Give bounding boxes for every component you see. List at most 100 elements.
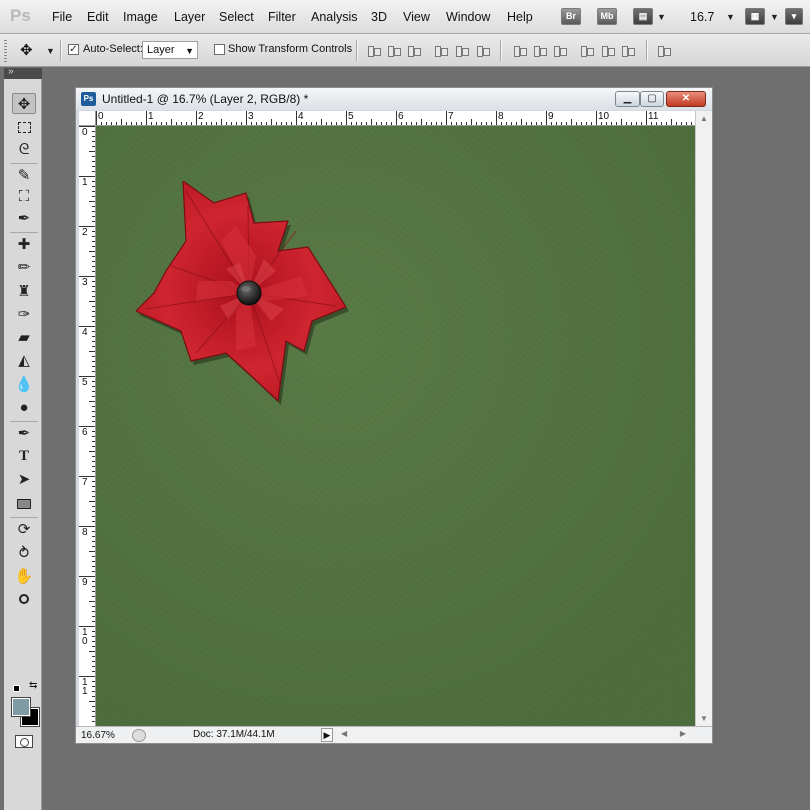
mini-bridge-button[interactable]: Mb bbox=[597, 8, 617, 25]
status-menu-arrow[interactable]: ▶ bbox=[321, 728, 333, 742]
type-tool[interactable]: T bbox=[12, 446, 36, 467]
pen-tool[interactable]: ✒ bbox=[12, 423, 36, 444]
ruler-tick bbox=[92, 436, 95, 437]
ruler-tick bbox=[206, 122, 207, 125]
ruler-tick bbox=[151, 122, 152, 125]
chevron-down-icon[interactable]: ▼ bbox=[657, 12, 666, 22]
distribute-right-icon[interactable] bbox=[620, 44, 636, 58]
eyedropper-tool[interactable]: ✒ bbox=[12, 208, 36, 229]
menu-edit[interactable]: Edit bbox=[87, 10, 109, 24]
crop-tool[interactable]: ⛶ bbox=[12, 186, 36, 207]
quick-selection-tool[interactable]: ✎ bbox=[12, 165, 36, 186]
menu-view[interactable]: View bbox=[403, 10, 430, 24]
ruler-origin[interactable] bbox=[79, 111, 96, 126]
horizontal-scrollbar[interactable]: ◀ ▶ bbox=[336, 728, 691, 743]
zoom-tool[interactable] bbox=[12, 588, 36, 609]
path-selection-tool[interactable]: ➤ bbox=[12, 469, 36, 490]
distribute-top-icon[interactable] bbox=[512, 44, 528, 58]
tools-panel-header[interactable]: » bbox=[4, 66, 42, 79]
minimize-button[interactable]: ▁ bbox=[615, 91, 640, 107]
screen-mode-button[interactable]: ▤ bbox=[633, 8, 653, 25]
document-canvas[interactable] bbox=[96, 126, 695, 726]
menu-window[interactable]: Window bbox=[446, 10, 490, 24]
ruler-tick bbox=[92, 196, 95, 197]
menu-select[interactable]: Select bbox=[219, 10, 254, 24]
scroll-left-icon[interactable]: ◀ bbox=[341, 729, 347, 738]
paint-bucket-tool[interactable]: ◭ bbox=[12, 350, 36, 371]
distribute-left-icon[interactable] bbox=[579, 44, 595, 58]
ruler-tick bbox=[79, 526, 95, 527]
ruler-tick bbox=[246, 111, 247, 125]
auto-select-checkbox[interactable]: ✓ bbox=[68, 44, 79, 55]
zoom-level-field[interactable]: 16.7 bbox=[690, 10, 714, 24]
align-bottom-icon[interactable] bbox=[406, 44, 422, 58]
align-vertical-center-icon[interactable] bbox=[386, 44, 402, 58]
hand-tool[interactable]: ✋ bbox=[12, 566, 36, 587]
scroll-down-icon[interactable]: ▼ bbox=[700, 714, 708, 723]
scroll-right-icon[interactable]: ▶ bbox=[680, 729, 686, 738]
3d-rotate-tool[interactable]: ⟳ bbox=[12, 519, 36, 540]
brush-tool[interactable]: ✏ bbox=[12, 257, 36, 278]
collapse-icon[interactable]: » bbox=[8, 66, 14, 77]
arrange-documents-button[interactable]: ▦ bbox=[745, 8, 765, 25]
distribute-bottom-icon[interactable] bbox=[552, 44, 568, 58]
chevron-down-icon[interactable]: ▼ bbox=[726, 12, 735, 22]
align-horizontal-center-icon[interactable] bbox=[454, 44, 470, 58]
rectangle-tool[interactable] bbox=[12, 493, 36, 514]
ruler-tick bbox=[521, 119, 522, 125]
tool-preset-chevron-icon[interactable]: ▼ bbox=[46, 46, 55, 56]
ruler-tick bbox=[591, 122, 592, 125]
distribute-horizontal-center-icon[interactable] bbox=[600, 44, 616, 58]
blur-tool[interactable]: 💧 bbox=[12, 374, 36, 395]
options-grip[interactable] bbox=[4, 40, 7, 62]
menu-help[interactable]: Help bbox=[507, 10, 533, 24]
swap-colors-icon[interactable]: ⇆ bbox=[29, 680, 37, 691]
show-transform-checkbox[interactable] bbox=[214, 44, 225, 55]
move-tool-icon[interactable]: ✥ bbox=[20, 41, 33, 59]
ruler-label: 4 bbox=[298, 111, 304, 122]
ruler-tick bbox=[581, 122, 582, 125]
scroll-up-icon[interactable]: ▲ bbox=[700, 114, 708, 123]
document-title-bar[interactable]: Ps Untitled-1 @ 16.7% (Layer 2, RGB/8) *… bbox=[76, 88, 712, 110]
distribute-vertical-center-icon[interactable] bbox=[532, 44, 548, 58]
zoom-percentage-field[interactable]: 16.67% bbox=[81, 729, 131, 743]
menu-filter[interactable]: Filter bbox=[268, 10, 296, 24]
divider bbox=[500, 40, 501, 61]
default-colors-icon[interactable] bbox=[13, 685, 20, 692]
align-left-icon[interactable] bbox=[433, 44, 449, 58]
auto-select-target-dropdown[interactable]: Layer ▼ bbox=[142, 41, 198, 59]
move-tool[interactable]: ✥ bbox=[12, 93, 36, 114]
extras-button[interactable]: ▾ bbox=[785, 8, 803, 25]
dodge-tool[interactable]: ● bbox=[12, 397, 36, 418]
3d-orbit-tool[interactable]: ⥁ bbox=[12, 543, 36, 564]
lasso-tool[interactable]: ᘓ bbox=[12, 139, 36, 160]
status-info-icon[interactable] bbox=[132, 729, 146, 742]
quick-mask-icon[interactable] bbox=[15, 735, 33, 748]
horizontal-ruler[interactable]: 0 1 2 3 4 5 6 7 8 9 10 11 bbox=[96, 111, 695, 126]
vertical-scrollbar[interactable]: ▲ ▼ bbox=[695, 111, 712, 726]
ruler-label: 5 bbox=[82, 377, 88, 388]
marquee-tool[interactable] bbox=[12, 116, 36, 137]
spot-healing-tool[interactable]: ✚ bbox=[12, 234, 36, 255]
clone-stamp-tool[interactable]: ♜ bbox=[12, 281, 36, 302]
menu-image[interactable]: Image bbox=[123, 10, 158, 24]
foreground-color-swatch[interactable] bbox=[11, 697, 31, 717]
menu-layer[interactable]: Layer bbox=[174, 10, 205, 24]
auto-align-layers-icon[interactable] bbox=[656, 44, 672, 58]
bridge-button[interactable]: Br bbox=[561, 8, 581, 25]
close-button[interactable]: ✕ bbox=[666, 91, 706, 107]
maximize-button[interactable]: ▢ bbox=[640, 91, 664, 107]
ruler-label: 10 bbox=[82, 627, 88, 647]
history-brush-tool[interactable]: ✑ bbox=[12, 304, 36, 325]
eraser-tool[interactable]: ▰ bbox=[12, 327, 36, 348]
menu-analysis[interactable]: Analysis bbox=[311, 10, 358, 24]
menu-3d[interactable]: 3D bbox=[371, 10, 387, 24]
menu-file[interactable]: File bbox=[52, 10, 72, 24]
align-top-icon[interactable] bbox=[366, 44, 382, 58]
chevron-down-icon[interactable]: ▼ bbox=[770, 12, 779, 22]
vertical-ruler[interactable]: 0 1 2 3 4 5 6 7 8 9 10 11 bbox=[79, 126, 96, 726]
poinsettia-flower-image[interactable] bbox=[136, 181, 356, 406]
grid-icon: ▦ bbox=[750, 11, 760, 21]
align-right-icon[interactable] bbox=[475, 44, 491, 58]
ruler-label: 3 bbox=[82, 277, 88, 288]
